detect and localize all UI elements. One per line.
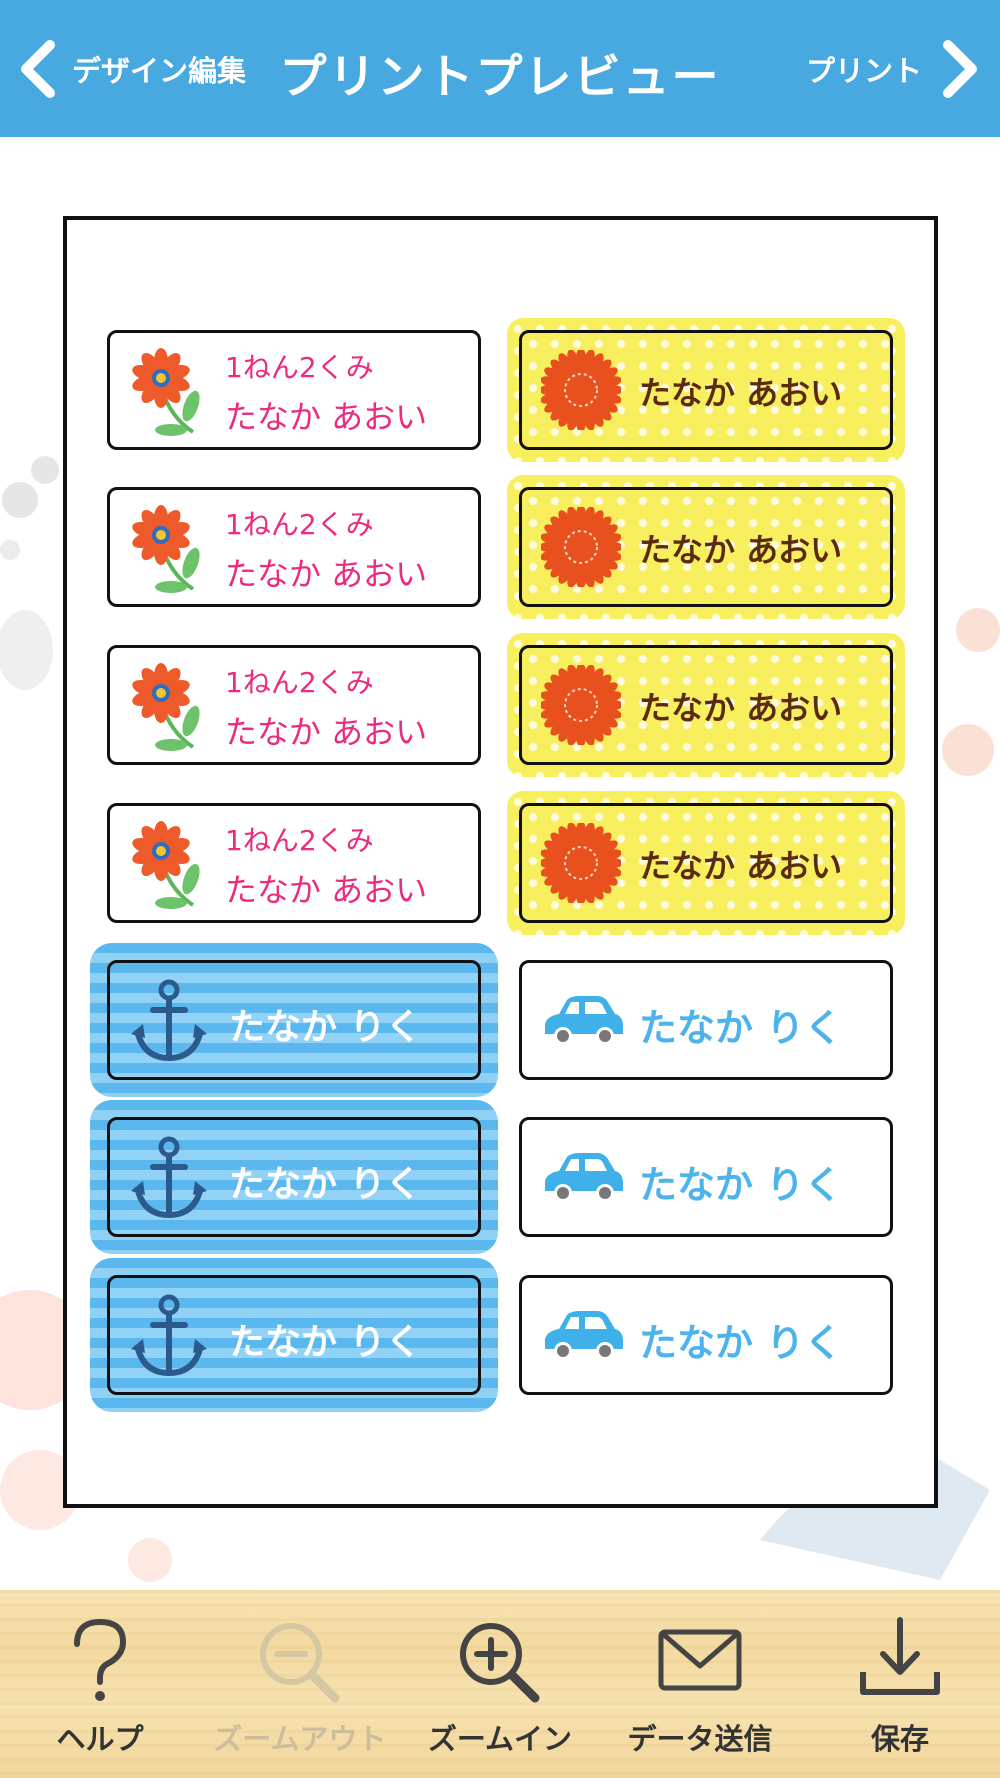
help-label: ヘルプ	[56, 1722, 144, 1756]
name-label-gerbera: たなか あおい	[519, 645, 893, 765]
zoom-out-button[interactable]: ズームアウト	[200, 1590, 400, 1778]
class-text: 1ねん2くみ	[225, 666, 374, 699]
car-icon	[545, 1153, 623, 1202]
print-label: プリント	[805, 54, 922, 88]
name-label-anchor: たなか りく	[107, 1117, 481, 1237]
name-text: たなか あおい	[225, 555, 428, 593]
name-label-car: たなか りく	[519, 960, 893, 1080]
name-text: たなか あおい	[225, 713, 428, 751]
gerbera-flower-icon	[539, 663, 623, 747]
name-text: たなか りく	[229, 1007, 422, 1048]
download-icon	[860, 1617, 940, 1695]
name-text: たなか りく	[639, 1321, 843, 1365]
name-text: たなか あおい	[639, 689, 843, 727]
name-text: たなか りく	[639, 1163, 843, 1207]
name-label-anchor: たなか りく	[107, 960, 481, 1080]
send-data-label: データ送信	[627, 1722, 773, 1756]
zoom-out-label: ズームアウト	[213, 1722, 387, 1756]
flower-icon	[132, 663, 200, 751]
class-text: 1ねん2くみ	[225, 824, 374, 857]
name-label-gerbera: たなか あおい	[519, 803, 893, 923]
name-text: たなか あおい	[225, 398, 428, 436]
car-icon	[545, 996, 623, 1045]
flower-icon	[132, 821, 200, 909]
bottom-toolbar: ヘルプ ズームアウト ズームイン データ送信 保存	[0, 1590, 1000, 1778]
name-label-car: たなか りく	[519, 1275, 893, 1395]
zoom-in-icon	[460, 1623, 540, 1703]
name-label-flower: 1ねん2くみ たなか あおい	[107, 803, 481, 923]
background-decoration	[0, 456, 59, 690]
send-data-button[interactable]: データ送信	[600, 1590, 800, 1778]
name-text: たなか りく	[639, 1006, 843, 1050]
name-label-car: たなか りく	[519, 1117, 893, 1237]
save-button[interactable]: 保存	[800, 1590, 1000, 1778]
car-icon	[545, 1311, 623, 1360]
name-text: たなか りく	[229, 1322, 422, 1363]
name-text: たなか あおい	[639, 531, 843, 569]
name-label-gerbera: たなか あおい	[519, 487, 893, 607]
name-text: たなか あおい	[225, 871, 428, 909]
gerbera-flower-icon	[539, 821, 623, 905]
name-label-anchor: たなか りく	[107, 1275, 481, 1395]
zoom-out-icon	[260, 1623, 340, 1703]
flower-icon	[132, 348, 200, 436]
print-button[interactable]: プリント	[806, 36, 980, 102]
anchor-icon	[131, 1136, 207, 1219]
background-decoration	[942, 608, 1000, 776]
name-label-flower: 1ねん2くみ たなか あおい	[107, 645, 481, 765]
chevron-right-icon	[943, 40, 977, 98]
name-text: たなか あおい	[639, 847, 843, 885]
class-text: 1ねん2くみ	[225, 351, 374, 384]
name-text: たなか あおい	[639, 374, 843, 412]
gerbera-flower-icon	[539, 505, 623, 589]
zoom-in-button[interactable]: ズームイン	[400, 1590, 600, 1778]
name-label-flower: 1ねん2くみ たなか あおい	[107, 487, 481, 607]
zoom-in-label: ズームイン	[427, 1722, 573, 1756]
gerbera-flower-icon	[539, 348, 623, 432]
anchor-icon	[131, 1294, 207, 1377]
mail-icon	[658, 1629, 742, 1691]
help-icon	[74, 1618, 127, 1701]
class-text: 1ねん2くみ	[225, 508, 374, 541]
name-label-flower: 1ねん2くみ たなか あおい	[107, 330, 481, 450]
help-button[interactable]: ヘルプ	[0, 1590, 200, 1778]
anchor-icon	[131, 979, 207, 1062]
flower-icon	[132, 505, 200, 593]
header-bar: デザイン編集 プリントプレビュー プリント	[0, 0, 1000, 137]
name-text: たなか りく	[229, 1164, 422, 1205]
name-label-gerbera: たなか あおい	[519, 330, 893, 450]
save-label: 保存	[870, 1722, 929, 1756]
